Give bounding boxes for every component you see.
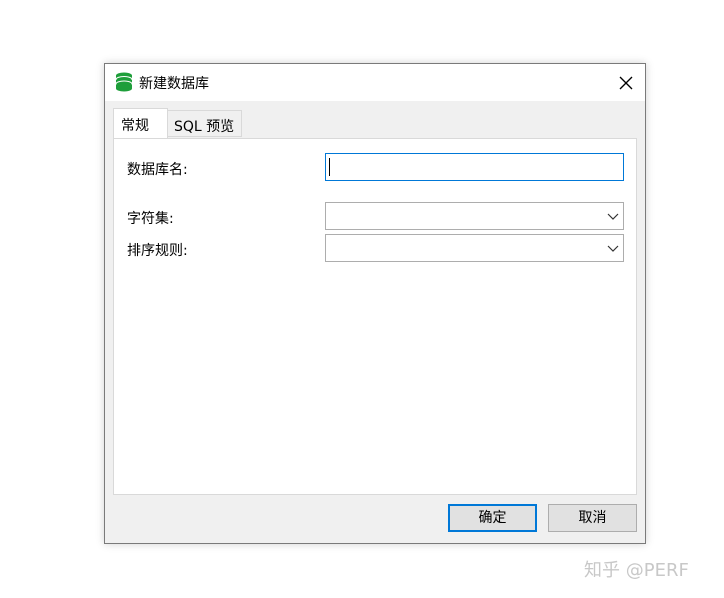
charset-select[interactable] xyxy=(325,202,624,230)
close-button[interactable] xyxy=(613,70,639,96)
tab-sql-preview[interactable]: SQL 预览 xyxy=(168,110,242,137)
chevron-down-icon xyxy=(607,213,619,220)
new-database-dialog: 新建数据库 常规 SQL 预览 数据库名: 字符集: 排序规则: 确定 取消 xyxy=(104,63,646,544)
text-caret xyxy=(329,158,330,176)
tab-general[interactable]: 常规 xyxy=(113,108,168,138)
ok-button[interactable]: 确定 xyxy=(448,504,537,532)
chevron-down-icon xyxy=(607,245,619,252)
cancel-button[interactable]: 取消 xyxy=(548,504,637,532)
database-icon xyxy=(115,72,133,92)
close-icon xyxy=(619,76,633,90)
general-panel: 数据库名: 字符集: 排序规则: xyxy=(113,138,637,495)
dialog-title: 新建数据库 xyxy=(139,76,209,92)
watermark: 知乎 @PERF xyxy=(584,560,689,581)
charset-label: 字符集: xyxy=(127,211,174,227)
collation-select[interactable] xyxy=(325,234,624,262)
database-name-label: 数据库名: xyxy=(127,162,188,178)
collation-label: 排序规则: xyxy=(127,243,188,259)
database-name-input[interactable] xyxy=(325,153,624,181)
title-bar: 新建数据库 xyxy=(105,64,645,101)
